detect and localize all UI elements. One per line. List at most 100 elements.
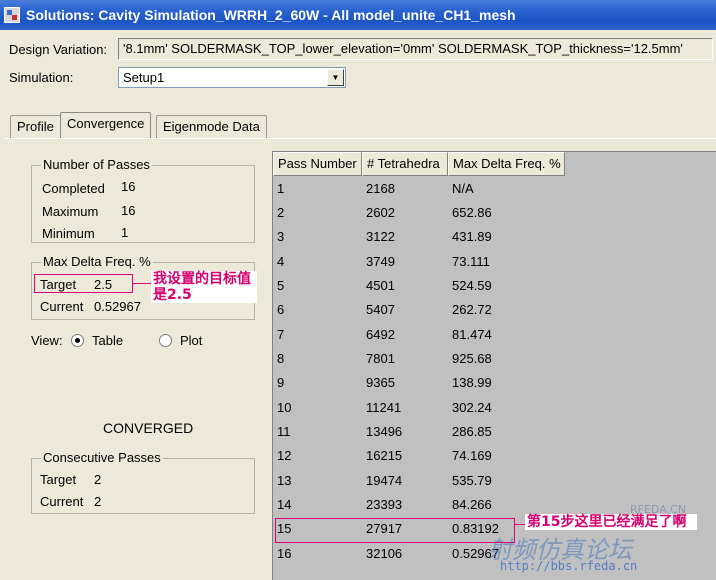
cell-max-delta: 535.79 bbox=[452, 472, 492, 488]
view-table-label[interactable]: Table bbox=[92, 333, 123, 348]
window-titlebar[interactable]: Solutions: Cavity Simulation_WRRH_2_60W … bbox=[0, 0, 716, 30]
view-plot-radio[interactable] bbox=[159, 334, 172, 347]
cell-max-delta: 524.59 bbox=[452, 278, 492, 294]
tab-convergence[interactable]: Convergence bbox=[60, 112, 152, 138]
cell-tetrahedra: 9365 bbox=[366, 375, 395, 391]
delta-group-title: Max Delta Freq. % bbox=[41, 254, 153, 269]
table-row[interactable]: 3 3122 431.89 bbox=[273, 225, 565, 249]
passes-group-title: Number of Passes bbox=[41, 157, 152, 172]
table-row[interactable]: 7 6492 81.474 bbox=[273, 322, 565, 346]
cell-pass-number: 8 bbox=[277, 351, 285, 367]
tab-convergence-label: Convergence bbox=[67, 116, 145, 131]
cell-max-delta: 81.474 bbox=[452, 326, 492, 342]
table-row[interactable]: 16 32106 0.52967 bbox=[273, 541, 565, 565]
cell-max-delta: 262.72 bbox=[452, 302, 492, 318]
table-row[interactable]: 5 4501 524.59 bbox=[273, 273, 565, 297]
cell-tetrahedra: 7801 bbox=[366, 351, 395, 367]
cell-tetrahedra: 3749 bbox=[366, 253, 395, 269]
table-header: Pass Number # Tetrahedra Max Delta Freq.… bbox=[273, 152, 565, 176]
completed-value: 16 bbox=[121, 179, 136, 194]
consecutive-target-label: Target bbox=[40, 472, 77, 487]
consecutive-current-value: 2 bbox=[94, 494, 102, 509]
tab-divider bbox=[4, 138, 716, 139]
cell-max-delta: 431.89 bbox=[452, 229, 492, 245]
table-row[interactable]: 11 13496 286.85 bbox=[273, 419, 565, 443]
consecutive-current-label: Current bbox=[40, 494, 84, 509]
cell-max-delta: 286.85 bbox=[452, 424, 492, 440]
completed-label: Completed bbox=[42, 181, 105, 196]
minimum-label: Minimum bbox=[42, 226, 95, 241]
cell-pass-number: 6 bbox=[277, 302, 285, 318]
simulation-label: Simulation: bbox=[9, 70, 74, 85]
simulation-value: Setup1 bbox=[123, 70, 165, 85]
pass15-annotation-line bbox=[515, 524, 525, 525]
cell-tetrahedra: 23393 bbox=[366, 497, 403, 513]
design-variation-field[interactable]: '8.1mm' SOLDERMASK_TOP_lower_elevation='… bbox=[118, 38, 713, 60]
cell-tetrahedra: 11241 bbox=[366, 399, 402, 415]
view-label: View: bbox=[31, 333, 63, 348]
table-row[interactable]: 9 9365 138.99 bbox=[273, 371, 565, 395]
header-tetrahedra[interactable]: # Tetrahedra bbox=[362, 152, 448, 176]
table-row[interactable]: 13 19474 535.79 bbox=[273, 468, 565, 492]
design-variation-label: Design Variation: bbox=[9, 42, 108, 57]
cell-pass-number: 2 bbox=[277, 205, 285, 221]
table-body: 1 2168 N/A 2 2602 652.86 3 3122 431.89 4 3749 73.11… bbox=[273, 176, 565, 566]
pass15-annotation-text: 第15步这里已经满足了啊 bbox=[525, 514, 697, 530]
cell-tetrahedra: 16215 bbox=[366, 448, 403, 464]
consecutive-group: Consecutive Passes Target 2 Current 2 bbox=[31, 450, 255, 514]
tab-profile-label: Profile bbox=[17, 119, 54, 134]
pass15-highlight-box bbox=[275, 518, 515, 543]
simulation-select[interactable]: Setup1 ▼ bbox=[118, 67, 346, 88]
tab-profile[interactable]: Profile bbox=[10, 115, 61, 138]
cell-max-delta: 652.86 bbox=[452, 205, 492, 221]
cell-pass-number: 13 bbox=[277, 472, 292, 488]
cell-pass-number: 12 bbox=[277, 448, 292, 464]
table-row[interactable]: 14 23393 84.266 bbox=[273, 492, 565, 516]
maximum-label: Maximum bbox=[42, 204, 99, 219]
chevron-down-icon[interactable]: ▼ bbox=[327, 69, 344, 86]
target-highlight-box bbox=[34, 274, 133, 293]
cell-max-delta: N/A bbox=[452, 180, 474, 196]
minimum-value: 1 bbox=[121, 225, 129, 240]
app-icon bbox=[4, 7, 20, 23]
target-annotation-line bbox=[133, 283, 151, 284]
cell-pass-number: 1 bbox=[277, 180, 285, 196]
target-annotation-text: 我设置的目标值是2.5 bbox=[151, 271, 257, 303]
table-row[interactable]: 12 16215 74.169 bbox=[273, 444, 565, 468]
cell-max-delta: 74.169 bbox=[452, 448, 492, 464]
cell-pass-number: 7 bbox=[277, 326, 285, 342]
window-title: Solutions: Cavity Simulation_WRRH_2_60W … bbox=[26, 7, 516, 23]
view-table-radio[interactable] bbox=[71, 334, 84, 347]
cell-pass-number: 3 bbox=[277, 229, 285, 245]
delta-current-value: 0.52967 bbox=[94, 299, 141, 314]
cell-tetrahedra: 3122 bbox=[366, 229, 395, 245]
cell-max-delta: 73.111 bbox=[452, 253, 490, 269]
cell-tetrahedra: 6492 bbox=[366, 326, 395, 342]
table-row[interactable]: 2 2602 652.86 bbox=[273, 200, 565, 224]
consecutive-target-value: 2 bbox=[94, 472, 102, 487]
cell-pass-number: 9 bbox=[277, 375, 285, 391]
cell-tetrahedra: 13496 bbox=[366, 424, 403, 440]
cell-tetrahedra: 2602 bbox=[366, 205, 395, 221]
table-row[interactable]: 10 11241 302.24 bbox=[273, 395, 565, 419]
cell-pass-number: 10 bbox=[277, 399, 292, 415]
cell-tetrahedra: 19474 bbox=[366, 472, 403, 488]
cell-pass-number: 4 bbox=[277, 253, 285, 269]
cell-max-delta: 138.99 bbox=[452, 375, 492, 391]
cell-pass-number: 14 bbox=[277, 497, 292, 513]
table-row[interactable]: 8 7801 925.68 bbox=[273, 346, 565, 370]
table-row[interactable]: 6 5407 262.72 bbox=[273, 298, 565, 322]
header-pass-number[interactable]: Pass Number bbox=[273, 152, 362, 176]
header-max-delta[interactable]: Max Delta Freq. % bbox=[448, 152, 565, 176]
cell-max-delta: 925.68 bbox=[452, 351, 492, 367]
cell-tetrahedra: 2168 bbox=[366, 180, 395, 196]
view-plot-label[interactable]: Plot bbox=[180, 333, 202, 348]
table-row[interactable]: 1 2168 N/A bbox=[273, 176, 565, 200]
cell-pass-number: 16 bbox=[277, 545, 292, 561]
cell-pass-number: 5 bbox=[277, 278, 285, 294]
table-row[interactable]: 4 3749 73.111 bbox=[273, 249, 565, 273]
design-variation-value: '8.1mm' SOLDERMASK_TOP_lower_elevation='… bbox=[123, 41, 683, 56]
converged-status: CONVERGED bbox=[103, 420, 194, 436]
tab-eigenmode-data[interactable]: Eigenmode Data bbox=[156, 115, 267, 138]
delta-current-label: Current bbox=[40, 299, 84, 314]
